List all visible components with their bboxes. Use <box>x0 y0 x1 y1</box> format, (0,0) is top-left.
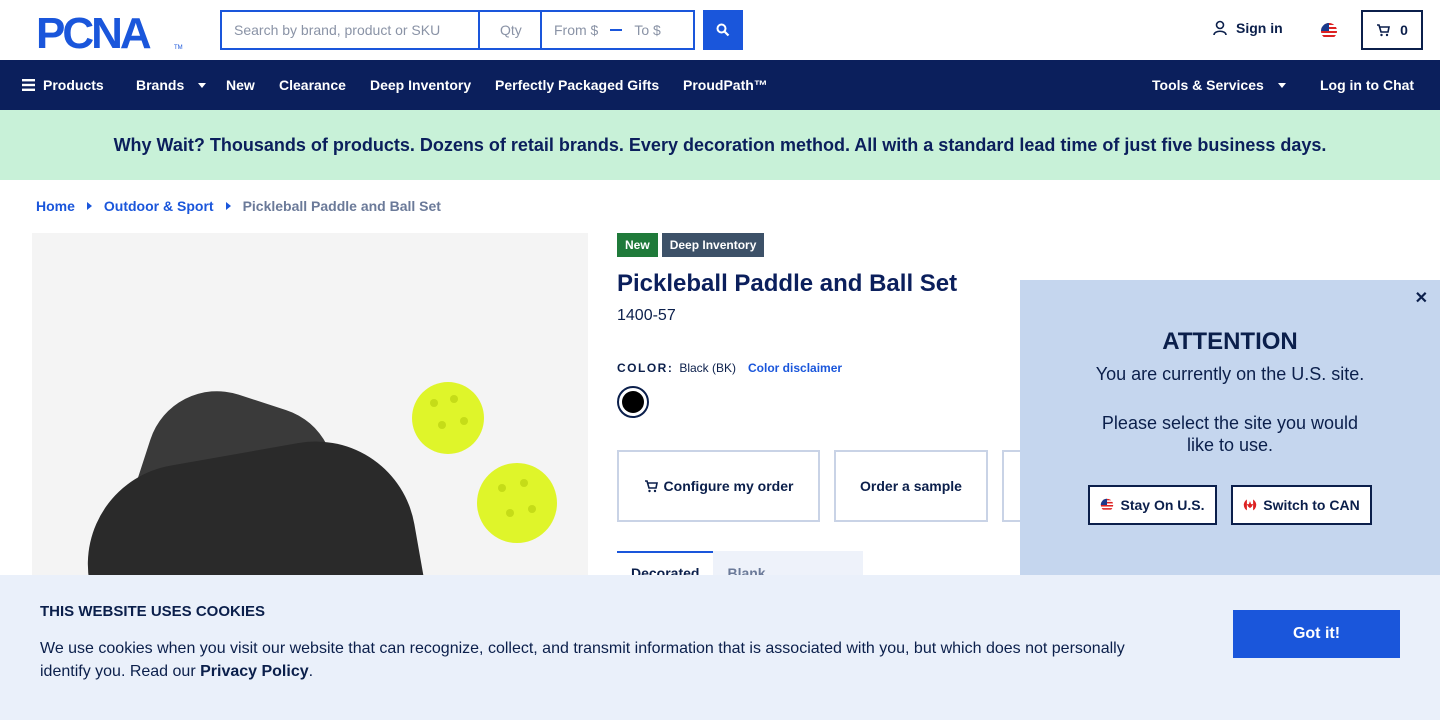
attention-title: ATTENTION <box>1162 328 1298 355</box>
chevron-right-icon <box>86 202 92 210</box>
user-icon <box>1213 20 1227 36</box>
configure-order-button[interactable]: Configure my order <box>617 450 820 522</box>
nav-deep-inventory-label: Deep Inventory <box>370 77 472 93</box>
nav-clearance[interactable]: Clearance <box>279 60 346 110</box>
nav-proudpath[interactable]: ProudPath™ <box>683 60 768 110</box>
color-label: COLOR: <box>617 361 674 375</box>
promo-text: Why Wait? Thousands of products. Dozens … <box>113 134 1327 155</box>
nav-chat[interactable]: Log in to Chat <box>1320 60 1414 110</box>
product-badges: New Deep Inventory <box>617 233 765 257</box>
price-to-input[interactable]: To $ <box>634 22 660 38</box>
configure-order-label: Configure my order <box>663 478 794 494</box>
cookie-banner: THIS WEBSITE USES COOKIES We use cookies… <box>0 575 1440 720</box>
range-dash <box>610 29 623 31</box>
badge-deep-inventory: Deep Inventory <box>661 233 765 257</box>
nav-gifts-label: Perfectly Packaged Gifts <box>495 77 660 93</box>
search-input[interactable]: Search by brand, product or SKU <box>220 10 478 50</box>
promo-banner: Why Wait? Thousands of products. Dozens … <box>0 110 1440 180</box>
cookie-text: We use cookies when you visit our websit… <box>40 637 1140 683</box>
breadcrumb-current: Pickleball Paddle and Ball Set <box>242 198 441 214</box>
order-sample-button[interactable]: Order a sample <box>834 450 988 522</box>
search-button[interactable] <box>703 10 743 50</box>
color-disclaimer-link[interactable]: Color disclaimer <box>748 361 842 375</box>
ball-1 <box>412 382 484 454</box>
top-header: PCNA TM Search by brand, product or SKU … <box>0 0 1440 60</box>
nav-brands-label: Brands <box>136 77 185 93</box>
main-nav: Products Brands New Clearance Deep Inven… <box>0 60 1440 110</box>
switch-can-label: Switch to CAN <box>1263 497 1360 513</box>
close-icon[interactable]: ✕ <box>1415 288 1428 308</box>
svg-text:TM: TM <box>174 45 183 51</box>
breadcrumb: Home Outdoor & Sport Pickleball Paddle a… <box>36 198 441 214</box>
nav-deep-inventory[interactable]: Deep Inventory <box>370 60 471 110</box>
color-row: COLOR: Black (BK) Color disclaimer <box>617 361 842 375</box>
site-selector-popup: ✕ ATTENTION You are currently on the U.S… <box>1020 280 1440 575</box>
nav-products[interactable]: Products <box>22 60 104 110</box>
nav-proudpath-label: ProudPath™ <box>683 77 768 93</box>
privacy-policy-link[interactable]: Privacy Policy <box>200 663 309 680</box>
product-title: Pickleball Paddle and Ball Set <box>617 270 958 297</box>
price-from-input[interactable]: From $ <box>554 22 598 38</box>
nav-chat-label: Log in to Chat <box>1320 77 1415 93</box>
product-sku: 1400-57 <box>617 307 676 324</box>
nav-brands[interactable]: Brands <box>136 60 207 110</box>
ball-2 <box>477 463 557 543</box>
cookie-title: THIS WEBSITE USES COOKIES <box>40 603 266 620</box>
stay-us-label: Stay On U.S. <box>1120 497 1205 513</box>
badge-new: New <box>617 233 658 257</box>
nav-tools-services[interactable]: Tools & Services <box>1152 60 1286 110</box>
chevron-down-icon <box>1277 82 1286 88</box>
price-range: From $ To $ <box>540 10 695 50</box>
nav-new-label: New <box>226 77 255 93</box>
nav-tools-label: Tools & Services <box>1152 77 1264 93</box>
cart-button[interactable]: 0 <box>1361 10 1423 50</box>
attention-line-2: Please select the site you would like to… <box>1101 413 1359 455</box>
order-sample-label: Order a sample <box>860 478 962 494</box>
nav-products-label: Products <box>43 77 104 93</box>
canada-flag-icon <box>1244 498 1257 512</box>
cart-icon <box>644 480 658 493</box>
breadcrumb-home[interactable]: Home <box>36 198 75 214</box>
us-flag-icon[interactable] <box>1320 22 1338 40</box>
us-flag-icon <box>1101 498 1114 512</box>
hamburger-icon <box>22 79 35 91</box>
stay-us-button[interactable]: Stay On U.S. <box>1088 485 1217 525</box>
got-it-button[interactable]: Got it! <box>1233 610 1400 658</box>
attention-line-1: You are currently on the U.S. site. <box>1095 364 1365 384</box>
search-bar: Search by brand, product or SKU Qty From… <box>220 10 695 50</box>
qty-input[interactable]: Qty <box>478 10 540 50</box>
chevron-right-icon <box>225 202 231 210</box>
logo-text: PCNA <box>36 11 151 51</box>
color-swatch-black[interactable] <box>617 386 649 418</box>
search-icon <box>716 23 730 37</box>
switch-can-button[interactable]: Switch to CAN <box>1231 485 1372 525</box>
sign-in-button[interactable]: Sign in <box>1212 20 1283 36</box>
sign-in-label: Sign in <box>1236 20 1283 36</box>
pcna-logo[interactable]: PCNA TM <box>36 9 186 58</box>
cart-count: 0 <box>1400 22 1408 38</box>
cookie-period: . <box>308 663 314 680</box>
swatch-fill <box>622 391 644 413</box>
nav-gifts[interactable]: Perfectly Packaged Gifts <box>495 60 659 110</box>
chevron-down-icon <box>198 82 207 88</box>
cart-icon <box>1377 24 1391 37</box>
breadcrumb-outdoor-sport[interactable]: Outdoor & Sport <box>104 198 214 214</box>
nav-new[interactable]: New <box>226 60 255 110</box>
nav-clearance-label: Clearance <box>279 77 346 93</box>
color-value: Black (BK) <box>679 361 737 375</box>
